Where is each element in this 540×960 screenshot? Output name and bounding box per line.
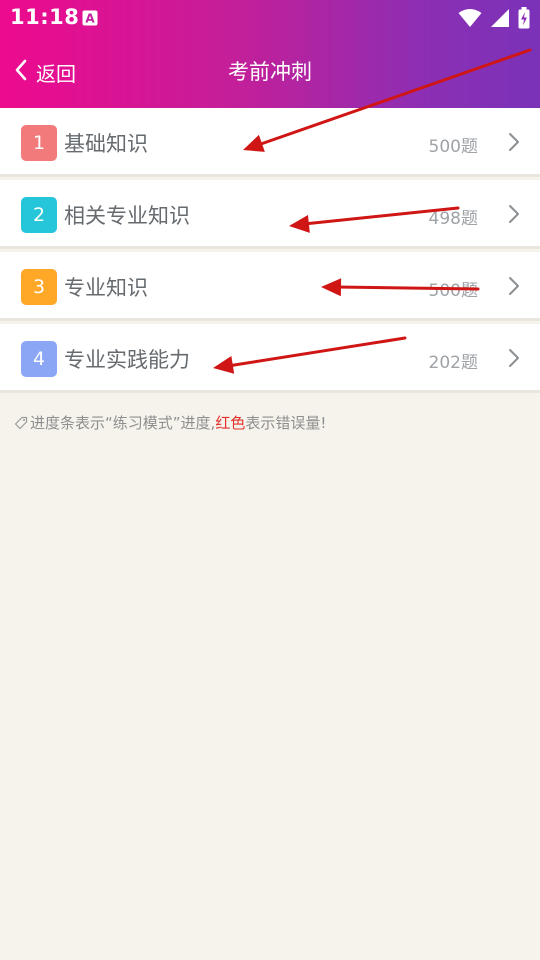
item-index-badge: 4 (21, 341, 57, 377)
note-text-highlight: 红色 (215, 414, 246, 432)
item-question-count: 202题 (428, 353, 478, 373)
nav-bar: 返回 考前冲刺 (0, 36, 540, 108)
note-text-prefix: 进度条表示“练习模式”进度, (30, 414, 216, 432)
status-bar: 11:18 A (0, 0, 540, 36)
tag-icon (14, 416, 28, 434)
item-question-count: 500题 (428, 137, 478, 157)
item-name: 专业实践能力 (64, 348, 190, 372)
status-indicators (458, 7, 530, 33)
svg-text:A: A (85, 12, 95, 26)
item-index-badge: 3 (21, 269, 57, 305)
page-title: 考前冲刺 (228, 60, 312, 84)
chevron-right-icon (508, 132, 520, 156)
item-index-badge: 2 (21, 197, 57, 233)
item-name: 基础知识 (64, 132, 148, 156)
battery-charging-icon (518, 7, 530, 33)
list-item[interactable]: 3 专业知识 500题 (0, 252, 540, 318)
item-name: 相关专业知识 (64, 204, 190, 228)
wifi-icon (458, 8, 482, 32)
list-item[interactable]: 4 专业实践能力 202题 (0, 324, 540, 390)
item-question-count: 498题 (428, 209, 478, 229)
header: 11:18 A 返回 考前冲刺 (0, 0, 540, 108)
chevron-right-icon (508, 276, 520, 300)
list-item[interactable]: 1 基础知识 500题 (0, 108, 540, 174)
status-time: 11:18 (10, 5, 80, 29)
app-notification-icon: A (82, 10, 98, 30)
item-name: 专业知识 (64, 276, 148, 300)
item-question-count: 500题 (428, 281, 478, 301)
item-index-badge: 1 (21, 125, 57, 161)
chevron-right-icon (508, 348, 520, 372)
chevron-right-icon (508, 204, 520, 228)
progress-note: 进度条表示“练习模式”进度,红色表示错误量! (14, 412, 326, 434)
cell-signal-icon (490, 8, 510, 32)
note-text-suffix: 表示错误量! (245, 414, 327, 432)
list-item[interactable]: 2 相关专业知识 498题 (0, 180, 540, 246)
